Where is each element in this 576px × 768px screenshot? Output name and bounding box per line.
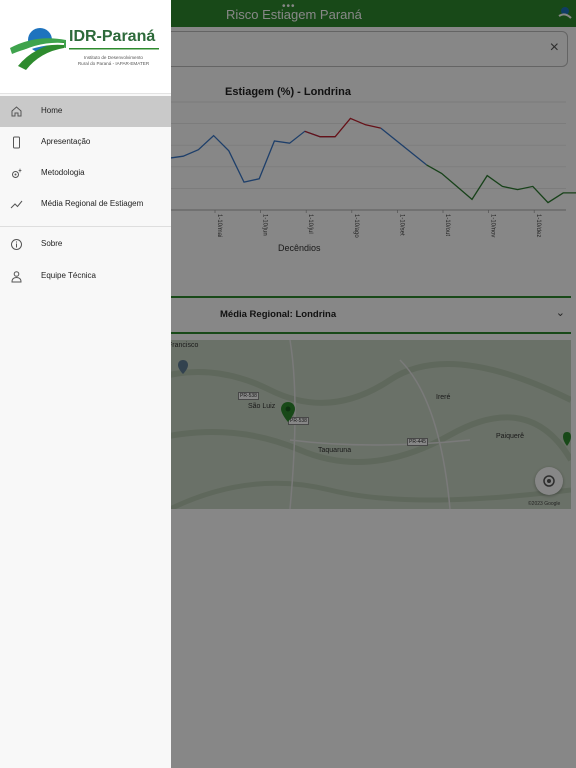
menu-item-apresentacao[interactable]: Apresentação — [0, 127, 171, 158]
menu-item-label: Metodologia — [41, 168, 85, 177]
drawer-header: IDR-Paraná Instituto de Desenvolvimento … — [0, 0, 171, 94]
menu-item-metodologia[interactable]: Metodologia — [0, 158, 171, 189]
brand-name: IDR-Paraná — [69, 28, 156, 45]
brand-underline — [69, 48, 159, 50]
trending-icon — [10, 200, 23, 209]
navigation-drawer: IDR-Paraná Instituto de Desenvolvimento … — [0, 0, 171, 768]
gear-sparkle-icon — [12, 168, 22, 178]
menu-item-label: Home — [41, 106, 63, 115]
menu-item-equipe-tecnica[interactable]: Equipe Técnica — [0, 261, 171, 292]
menu-item-label: Apresentação — [41, 137, 91, 146]
home-icon — [11, 106, 22, 117]
menu-item-label: Sobre — [41, 239, 63, 248]
menu-item-label: Média Regional de Estiagem — [41, 199, 144, 208]
menu-item-home[interactable]: Home — [0, 96, 171, 127]
brand-subtitle-line: Rural do Paraná - IAPAR-EMATER — [77, 61, 150, 66]
info-icon — [11, 239, 22, 250]
menu-item-media-regional[interactable]: Média Regional de Estiagem — [0, 189, 171, 220]
menu-item-label: Equipe Técnica — [41, 271, 96, 280]
person-icon — [11, 271, 22, 283]
menu-divider — [0, 226, 171, 227]
phone-icon — [13, 136, 20, 149]
idr-logo-icon — [10, 28, 66, 70]
menu-item-sobre[interactable]: Sobre — [0, 229, 171, 260]
brand-subtitle: Instituto de Desenvolvimento Rural do Pa… — [66, 55, 161, 67]
